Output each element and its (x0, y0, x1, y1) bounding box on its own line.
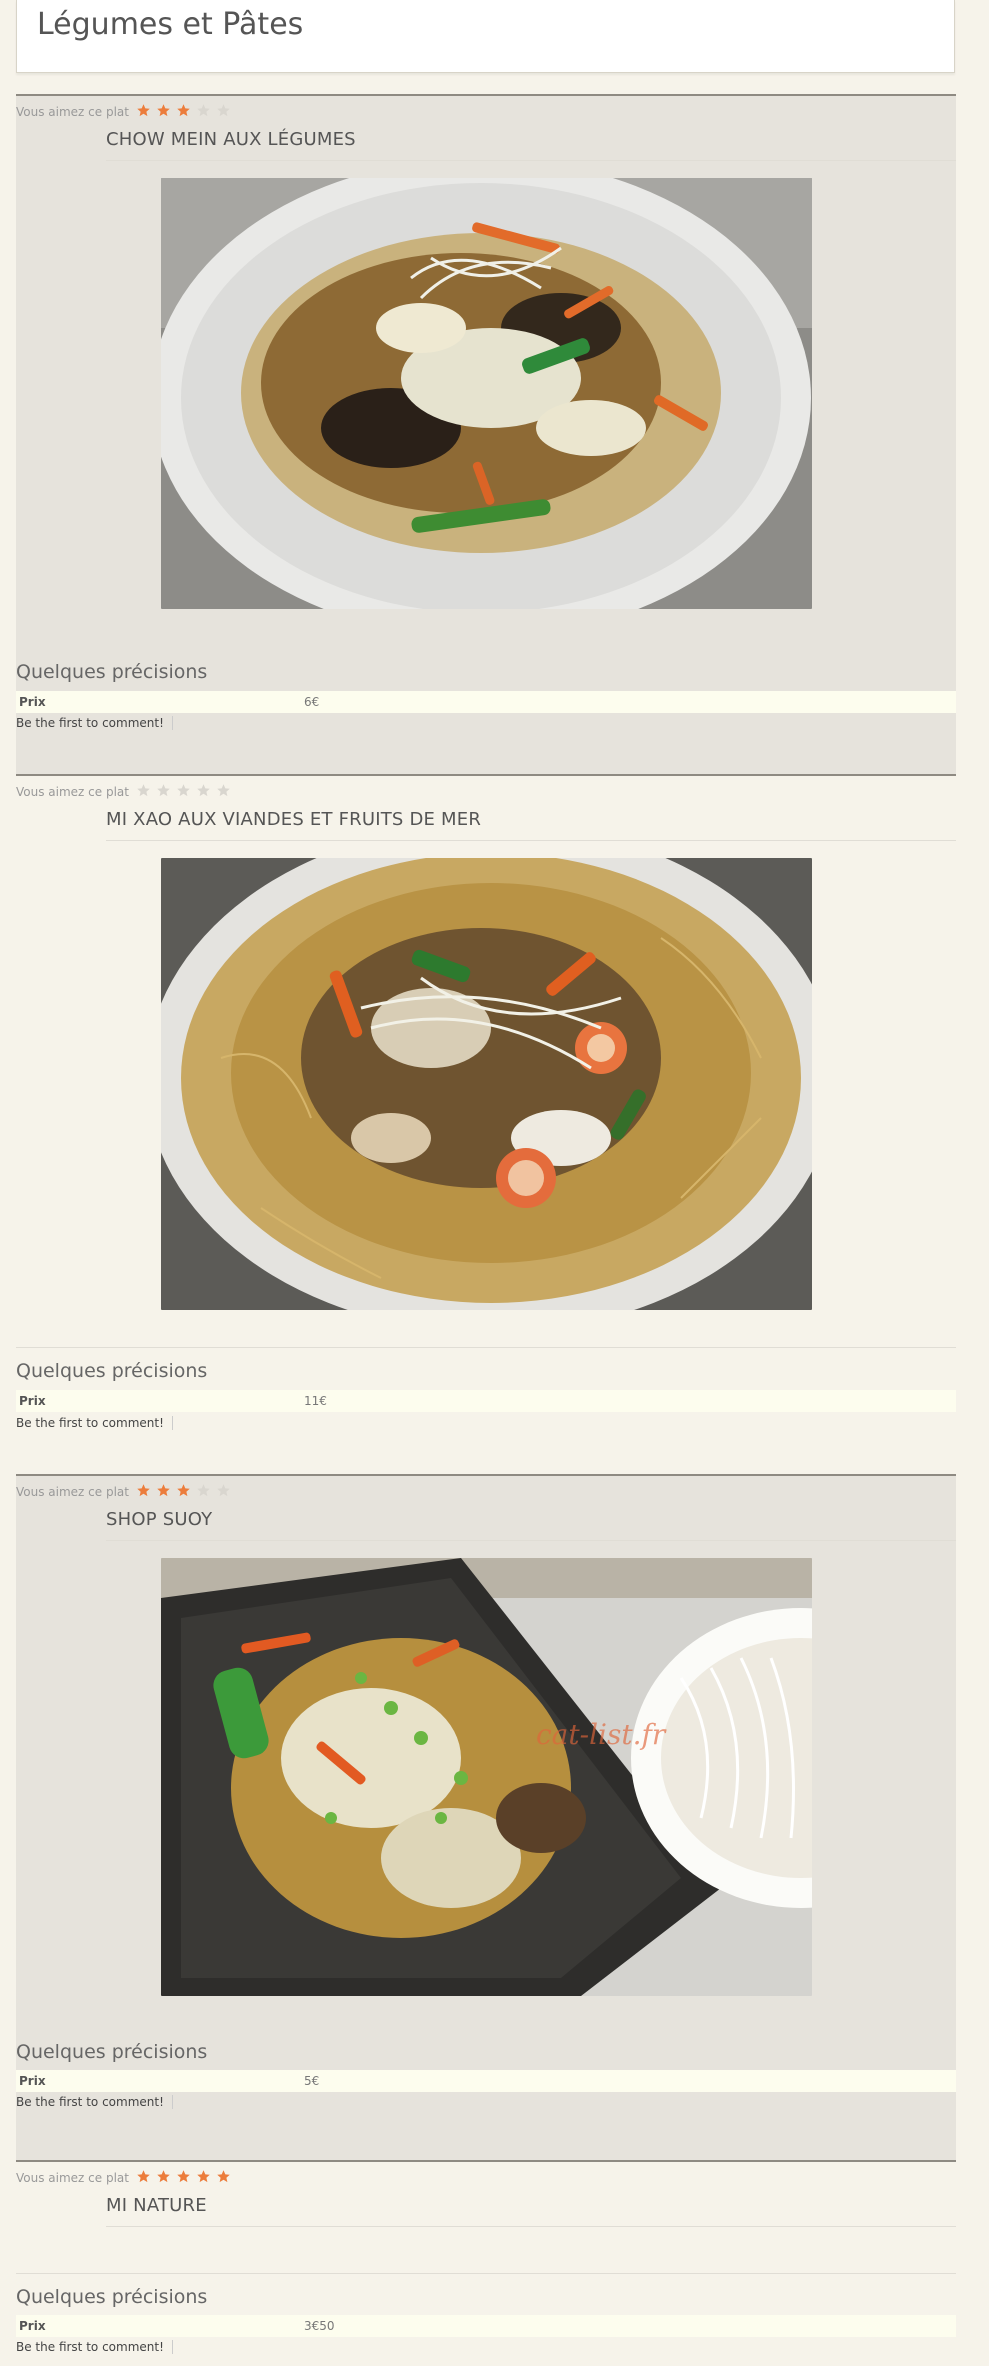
dish-photo (161, 178, 812, 609)
star-icon[interactable] (154, 783, 174, 799)
star-icon[interactable] (174, 1483, 194, 1499)
details-heading: Quelques précisions (16, 2273, 956, 2308)
dish-card: Vous aimez ce plat MI XAO AUX VIANDES ET… (16, 774, 956, 1474)
star-icon[interactable] (194, 2169, 214, 2185)
dish-card: Vous aimez ce plat SHOP SUOY cat-list.fr… (16, 1474, 956, 2160)
price-row: Prix 11€ (16, 1390, 956, 1412)
rating-label: Vous aimez ce plat (16, 2171, 129, 2185)
details-heading: Quelques précisions (16, 661, 208, 683)
star-icon[interactable] (134, 103, 154, 119)
price-label: Prix (19, 2074, 46, 2088)
rating-label: Vous aimez ce plat (16, 1485, 129, 1499)
price-row: Prix 5€ (16, 2070, 956, 2092)
comment-link[interactable]: Be the first to comment! (16, 1416, 173, 1430)
dish-name: CHOW MEIN AUX LÉGUMES (106, 129, 956, 161)
comment-link[interactable]: Be the first to comment! (16, 2095, 173, 2109)
star-icon[interactable] (174, 2169, 194, 2185)
rating-widget: Vous aimez ce plat (16, 783, 234, 801)
star-icon[interactable] (174, 783, 194, 799)
star-icon[interactable] (194, 1483, 214, 1499)
rating-widget: Vous aimez ce plat (16, 103, 234, 121)
star-icon[interactable] (154, 2169, 174, 2185)
dish-card: Vous aimez ce plat MI NATURE Quelques pr… (16, 2160, 956, 2366)
star-icon[interactable] (214, 2169, 234, 2185)
star-rating (134, 2169, 234, 2188)
category-title: Légumes et Pâtes (37, 7, 304, 42)
star-icon[interactable] (154, 1483, 174, 1499)
star-icon[interactable] (134, 1483, 154, 1499)
star-icon[interactable] (214, 783, 234, 799)
price-row: Prix 6€ (16, 691, 956, 713)
price-value: 5€ (304, 2074, 320, 2088)
details-heading: Quelques précisions (16, 1347, 956, 1382)
star-icon[interactable] (214, 103, 234, 119)
star-icon[interactable] (154, 103, 174, 119)
details-heading: Quelques précisions (16, 2041, 208, 2063)
dish-name: MI NATURE (106, 2195, 956, 2227)
price-value: 3€50 (304, 2319, 335, 2333)
comment-link[interactable]: Be the first to comment! (16, 2340, 173, 2354)
dish-card: Vous aimez ce plat CHOW MEIN AUX LÉGUMES… (16, 94, 956, 774)
star-icon[interactable] (134, 2169, 154, 2185)
rating-widget: Vous aimez ce plat (16, 1483, 234, 1501)
dish-name: SHOP SUOY (106, 1509, 956, 1541)
comment-link[interactable]: Be the first to comment! (16, 716, 173, 730)
rating-label: Vous aimez ce plat (16, 105, 129, 119)
star-rating (134, 783, 234, 802)
dish-photo (161, 858, 812, 1310)
price-value: 6€ (304, 695, 320, 709)
rating-label: Vous aimez ce plat (16, 785, 129, 799)
price-value: 11€ (304, 1394, 327, 1408)
watermark: cat-list.fr (536, 1718, 666, 1751)
price-label: Prix (19, 2319, 46, 2333)
star-icon[interactable] (214, 1483, 234, 1499)
category-header: Légumes et Pâtes (16, 0, 955, 73)
star-rating (134, 1483, 234, 1502)
star-icon[interactable] (194, 103, 214, 119)
price-label: Prix (19, 695, 46, 709)
price-row: Prix 3€50 (16, 2315, 956, 2337)
rating-widget: Vous aimez ce plat (16, 2169, 234, 2187)
price-label: Prix (19, 1394, 46, 1408)
dish-name: MI XAO AUX VIANDES ET FRUITS DE MER (106, 809, 956, 841)
star-icon[interactable] (194, 783, 214, 799)
star-icon[interactable] (174, 103, 194, 119)
star-icon[interactable] (134, 783, 154, 799)
star-rating (134, 103, 234, 122)
dish-photo: cat-list.fr (161, 1558, 812, 1996)
